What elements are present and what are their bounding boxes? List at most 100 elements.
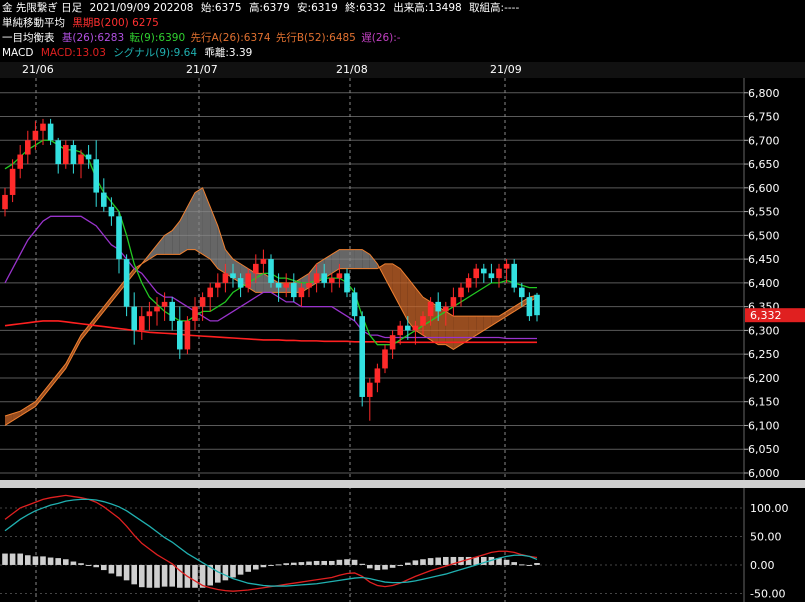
candle-body[interactable] xyxy=(146,311,153,317)
candle-body[interactable] xyxy=(184,320,191,350)
candle-body[interactable] xyxy=(382,349,388,369)
candle-body[interactable] xyxy=(351,292,358,317)
candle-body[interactable] xyxy=(344,273,350,293)
candle-body[interactable] xyxy=(161,301,168,307)
candle-body[interactable] xyxy=(55,140,61,165)
candle-body[interactable] xyxy=(275,282,282,288)
candle-body[interactable] xyxy=(503,263,510,269)
candle-body[interactable] xyxy=(47,123,54,141)
candle-body[interactable] xyxy=(199,297,206,307)
candle-body[interactable] xyxy=(230,273,236,279)
candle-body[interactable] xyxy=(237,278,244,288)
macd-hist-bar xyxy=(131,564,137,585)
time-label-aug: 21/08 xyxy=(336,63,368,76)
candle-body[interactable] xyxy=(40,123,46,131)
candle-body[interactable] xyxy=(108,206,115,217)
candle-body[interactable] xyxy=(321,273,327,283)
macd-hist-bar xyxy=(63,559,69,565)
candle-body[interactable] xyxy=(397,325,403,336)
macd-hist-bar xyxy=(291,562,297,565)
candle-body[interactable] xyxy=(329,278,335,283)
candle-body[interactable] xyxy=(63,145,69,165)
macd-legend: MACD MACD:13.03 シグナル(9):9.64 乖離:3.39 xyxy=(2,46,256,61)
candle-body[interactable] xyxy=(78,154,84,165)
candle-body[interactable] xyxy=(519,287,525,298)
candle-body[interactable] xyxy=(526,297,533,317)
price-tick-label: 6,750 xyxy=(748,111,780,124)
candle-body[interactable] xyxy=(511,263,517,288)
candle-body[interactable] xyxy=(427,301,434,317)
candle-body[interactable] xyxy=(192,306,198,321)
candle-body[interactable] xyxy=(488,273,495,279)
candle-body[interactable] xyxy=(253,263,259,274)
macd-tick-label: 100.00 xyxy=(750,502,789,515)
candle-body[interactable] xyxy=(139,316,145,331)
price-tick-label: 6,150 xyxy=(748,396,780,409)
candle-body[interactable] xyxy=(367,382,373,397)
candle-body[interactable] xyxy=(123,259,130,307)
candle-body[interactable] xyxy=(473,268,479,279)
macd-hist-bar xyxy=(275,564,282,566)
candle-body[interactable] xyxy=(116,216,122,260)
macd-hist-bar xyxy=(55,558,61,565)
candle-body[interactable] xyxy=(412,325,419,331)
candle-body[interactable] xyxy=(268,259,274,283)
candle-body[interactable] xyxy=(534,294,540,316)
candle-body[interactable] xyxy=(2,194,8,210)
candle-body[interactable] xyxy=(313,273,320,283)
macd-hist-bar xyxy=(245,564,251,572)
candle-body[interactable] xyxy=(32,130,39,141)
candle-body[interactable] xyxy=(374,368,381,383)
macd-hist-bar xyxy=(101,564,107,571)
candle-body[interactable] xyxy=(207,287,213,298)
macd-value: MACD:13.03 xyxy=(40,47,106,59)
candle-body[interactable] xyxy=(101,192,107,207)
candle-body[interactable] xyxy=(306,282,312,288)
macd-hist-bar xyxy=(154,564,160,588)
candle-body[interactable] xyxy=(420,316,426,326)
candle-body[interactable] xyxy=(496,268,502,279)
candle-body[interactable] xyxy=(298,287,305,298)
candle-body[interactable] xyxy=(435,301,441,312)
candle-body[interactable] xyxy=(260,259,267,264)
candle-body[interactable] xyxy=(17,154,23,169)
candle-body[interactable] xyxy=(291,282,297,298)
candle-body[interactable] xyxy=(131,306,137,331)
macd-hist-bar xyxy=(534,563,540,565)
date-label: 2021/09/09 202208 xyxy=(89,2,194,14)
pane-divider[interactable] xyxy=(0,480,805,488)
macd-hist-bar xyxy=(283,563,289,565)
candle-body[interactable] xyxy=(450,297,457,307)
macd-hist-bar xyxy=(420,559,426,565)
candle-body[interactable] xyxy=(389,335,396,350)
macd-hist-bar xyxy=(70,561,77,565)
macd-hist-bar xyxy=(503,559,510,565)
chart-area[interactable]: 6,800 6,750 6,700 6,650 6,600 6,550 6,500 6,450… xyxy=(0,78,805,602)
candle-body[interactable] xyxy=(336,273,343,279)
candle-body[interactable] xyxy=(481,268,487,274)
macd-hist-bar xyxy=(146,564,153,588)
candle-body[interactable] xyxy=(405,325,411,331)
candle-body[interactable] xyxy=(9,168,16,195)
candle-body[interactable] xyxy=(93,159,99,193)
macd-hist-bar xyxy=(260,564,267,568)
macd-hist-bar xyxy=(359,563,365,565)
candle-body[interactable] xyxy=(70,145,77,165)
senkou-a-value: 先行A(26):6374 xyxy=(190,32,271,44)
candle-body[interactable] xyxy=(25,140,31,155)
candle-body[interactable] xyxy=(458,287,464,298)
candle-body[interactable] xyxy=(245,273,251,288)
candle-body[interactable] xyxy=(85,154,92,160)
candle-body[interactable] xyxy=(222,273,229,283)
macd-hist-bar xyxy=(222,564,229,581)
candle-body[interactable] xyxy=(465,278,472,288)
candle-body[interactable] xyxy=(177,320,183,350)
candle-body[interactable] xyxy=(215,282,221,288)
candle-body[interactable] xyxy=(154,306,160,312)
candle-body[interactable] xyxy=(169,301,175,321)
candle-body[interactable] xyxy=(359,316,365,397)
price-tick-label: 6,800 xyxy=(748,87,780,100)
candle-body[interactable] xyxy=(443,306,449,312)
macd-label: MACD xyxy=(2,47,34,59)
candle-body[interactable] xyxy=(283,282,289,288)
